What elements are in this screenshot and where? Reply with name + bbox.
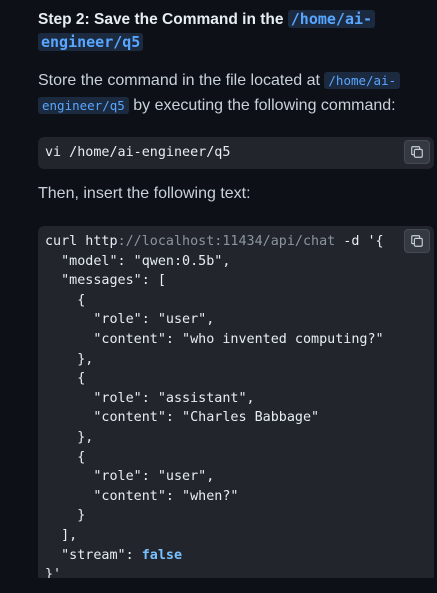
step-heading: Step 2: Save the Command in the /home/ai… [38, 8, 428, 54]
copy-icon [411, 235, 423, 247]
copy-curl-button[interactable] [404, 229, 430, 253]
code-line: { [45, 292, 86, 308]
tutorial-page: Step 2: Save the Command in the /home/ai… [0, 0, 437, 593]
code-line: "stream": false [45, 547, 183, 563]
command-code: vi /home/ai-engineer/q5 [45, 145, 231, 160]
code-line: }' [45, 567, 62, 578]
command-code-block: vi /home/ai-engineer/q5 [38, 137, 434, 169]
instructions-text-before: Store the command in the file located at [38, 72, 325, 89]
copy-icon [411, 146, 423, 158]
code-line: "role": "user", [45, 469, 215, 485]
copy-command-button[interactable] [404, 140, 430, 164]
code-line: { [45, 371, 86, 387]
instructions-text-after: by executing the following command: [128, 97, 396, 114]
step-heading-text: Step 2: Save the Command in the [38, 11, 288, 28]
code-line: "content": "when?" [45, 488, 239, 504]
code-line: }, [45, 429, 94, 445]
code-line: ], [45, 527, 78, 543]
instructions-path-line2: engineer/q5 [38, 97, 129, 114]
code-line: { [45, 449, 86, 465]
step-heading-path-line1: /home/ai- [287, 10, 376, 28]
code-line: "model": "qwen:0.5b", [45, 253, 231, 269]
code-line: "messages": [ [45, 273, 166, 289]
code-line: }, [45, 351, 94, 367]
then-instruction: Then, insert the following text: [38, 185, 251, 202]
instructions-paragraph: Store the command in the file located at… [38, 68, 430, 118]
instructions-path-line1: /home/ai- [324, 72, 401, 89]
code-line: curl http://localhost:11434/api/chat -d … [45, 234, 384, 249]
code-line: } [45, 508, 86, 524]
code-line: "role": "assistant", [45, 390, 255, 406]
code-line: "content": "Charles Babbage" [45, 410, 320, 426]
code-line: "content": "who invented computing?" [45, 331, 384, 347]
curl-code: curl http://localhost:11434/api/chat -d … [45, 232, 384, 578]
curl-code-block: curl http://localhost:11434/api/chat -d … [38, 226, 434, 578]
code-line: "role": "user", [45, 312, 215, 328]
step-heading-path-line2: engineer/q5 [38, 33, 144, 51]
